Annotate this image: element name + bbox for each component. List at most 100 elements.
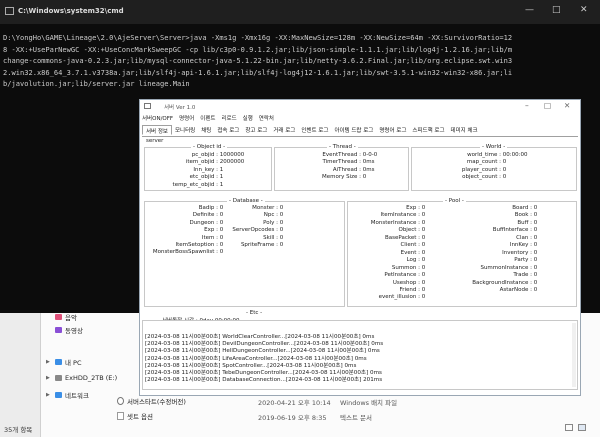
database-field: SpriteFrame : 0 <box>218 242 283 249</box>
close-icon[interactable]: ✕ <box>564 101 570 110</box>
server-group-label: server <box>146 138 164 144</box>
field-label: MonsterInstance : <box>370 219 420 226</box>
field-label: ItemSetoption : <box>175 242 218 248</box>
menu-contact[interactable]: 연락처 <box>259 114 274 122</box>
maximize-icon[interactable]: □ <box>552 5 561 15</box>
field-value: 0 <box>279 212 284 219</box>
pool-field: Board : 0 <box>460 205 537 212</box>
database-field: Exp : 0 <box>142 227 223 234</box>
tab-connect-log[interactable]: 접속 로그 <box>214 125 242 135</box>
cmd-line: 2.win32.x86_64_3.7.1.v3738a.jar;lib/slf4… <box>3 67 513 77</box>
field-label: Clan : <box>516 234 532 241</box>
tab-server-info[interactable]: 서버 정보 <box>142 125 172 135</box>
pool-field: Trade : 0 <box>460 272 537 279</box>
tab-monitoring[interactable]: 모니터링 <box>172 125 198 135</box>
object-field: item_objid : 2000000 <box>144 159 244 166</box>
group-title-text: Etc <box>249 310 259 316</box>
group-title: - Database - <box>227 198 265 204</box>
field-value: 0 <box>533 272 538 279</box>
server-log-area[interactable]: [2024-03-08 11시00분00초] WorldClearControl… <box>142 320 578 390</box>
tab-trade-log[interactable]: 거래 로그 <box>270 125 298 135</box>
field-label: Party : <box>514 257 532 264</box>
field-value: 1 <box>219 181 224 188</box>
menu-run[interactable]: 실행 <box>243 114 253 122</box>
group-title: - Pool - <box>443 198 466 204</box>
field-value: 1 <box>219 174 224 181</box>
field-label: temp_etc_objid : <box>172 181 218 188</box>
field-value: 0 <box>421 264 426 271</box>
field-label: AiThread : <box>332 166 361 173</box>
field-value: 0 <box>533 219 538 226</box>
minimize-icon[interactable]: – <box>525 101 529 110</box>
group-title-text: Database <box>232 198 259 204</box>
field-value: 0 <box>421 219 426 226</box>
nav-item-network[interactable]: ▶ 네트워크 <box>46 390 89 400</box>
nav-item-drive[interactable]: ▶ ExHDD_2TB (E:) <box>46 374 117 382</box>
tab-command-log[interactable]: 명령어 로그 <box>376 125 409 135</box>
tab-chat[interactable]: 채팅 <box>198 125 214 135</box>
tiles-view-icon[interactable] <box>578 424 586 431</box>
group-title: - Etc - <box>244 310 265 316</box>
file-name: 서버스타트(수정버전) <box>127 398 186 406</box>
field-label: BasePacket : <box>385 234 420 241</box>
field-label: item_objid : <box>185 159 218 166</box>
nav-item-label: ExHDD_2TB (E:) <box>65 374 118 382</box>
menu-bar: 서버ON/OFF 명령어 이펜트 리로드 실행 연락처 <box>142 114 274 122</box>
field-value: 0 <box>421 257 426 264</box>
pool-field: Summon : 0 <box>348 265 425 272</box>
close-icon[interactable]: ✕ <box>580 5 588 15</box>
tab-warehouse-log[interactable]: 창고 로그 <box>242 125 270 135</box>
field-label: BackgroundInstance : <box>472 279 532 286</box>
menu-commands[interactable]: 명령어 <box>179 114 194 122</box>
details-view-icon[interactable] <box>565 424 573 431</box>
field-value: 0-0-0 <box>362 152 378 158</box>
field-label: Badip : <box>198 205 218 211</box>
cmd-output[interactable]: D:\YongHo\GAME\Lineage\2.0\AjeServer\Ser… <box>3 32 597 90</box>
group-title: - Thread - <box>327 144 358 150</box>
minimize-icon[interactable]: — <box>525 5 534 15</box>
pool-field: Log : 0 <box>348 257 426 264</box>
group-title: - World - <box>480 144 508 150</box>
tab-damage-check[interactable]: 데미지 체크 <box>448 125 481 135</box>
chevron-right-icon: ▶ <box>46 392 50 398</box>
field-value: 0 <box>533 242 538 249</box>
nav-item-music[interactable]: 음악 <box>46 312 77 322</box>
database-field: Dungeon : 0 <box>142 220 223 227</box>
nav-item-video[interactable]: 동영상 <box>46 325 83 335</box>
field-value: 0 <box>533 264 538 271</box>
file-row[interactable]: 서버스타트(수정버전) <box>117 396 186 406</box>
pool-field: MonsterInstance : 0 <box>348 219 426 227</box>
field-label: PetInstance : <box>384 272 420 279</box>
field-value: 0 <box>421 242 426 249</box>
field-value: 0 <box>421 279 426 286</box>
cmd-icon <box>5 7 14 15</box>
nav-item-this-pc[interactable]: ▶ 내 PC <box>46 357 82 367</box>
field-label: Event : <box>400 249 420 256</box>
field-label: Object : <box>398 227 420 234</box>
database-field: Poly : 0 <box>218 220 283 227</box>
maximize-icon[interactable]: □ <box>544 101 551 110</box>
cmd-line: 8 -XX:+UseParNewGC -XX:+UseConcMarkSweep… <box>3 44 513 54</box>
menu-event[interactable]: 이펜트 <box>200 114 215 122</box>
thread-field: EventThread : 0-0-0 <box>271 152 377 159</box>
object-field: pc_objid : 1000000 <box>144 152 245 159</box>
pool-field: Event : 0 <box>348 249 426 257</box>
field-value: 0ms <box>362 159 375 166</box>
field-value: 0 <box>421 286 426 293</box>
field-label: Item : <box>201 234 218 241</box>
menu-server-onoff[interactable]: 서버ON/OFF <box>142 114 173 122</box>
file-row[interactable]: 셋트 옵션 <box>117 411 153 421</box>
world-field: object_count : 0 <box>411 174 506 181</box>
tab-speedhack-log[interactable]: 스피드핵 로그 <box>409 125 447 135</box>
tab-item-drop-log[interactable]: 아이템 드랍 로그 <box>331 125 376 135</box>
tab-bar: 서버 정보 모니터링 채팅 접속 로그 창고 로그 거래 로그 인첸트 로그 아… <box>142 125 578 137</box>
field-value: 0 <box>421 227 426 234</box>
cmd-titlebar: C:\Windows\system32\cmd — □ ✕ <box>0 0 600 24</box>
tab-enchant-log[interactable]: 인첸트 로그 <box>298 125 331 135</box>
field-value: 0 <box>421 205 426 211</box>
log-scrollbar[interactable] <box>572 323 576 387</box>
menu-reload[interactable]: 리로드 <box>221 114 236 122</box>
field-label: event_illusion : <box>378 294 420 301</box>
log-line: [2024-03-08 11시00분00초] DatabaseConnectio… <box>145 377 383 384</box>
field-value: 0 <box>533 257 538 264</box>
